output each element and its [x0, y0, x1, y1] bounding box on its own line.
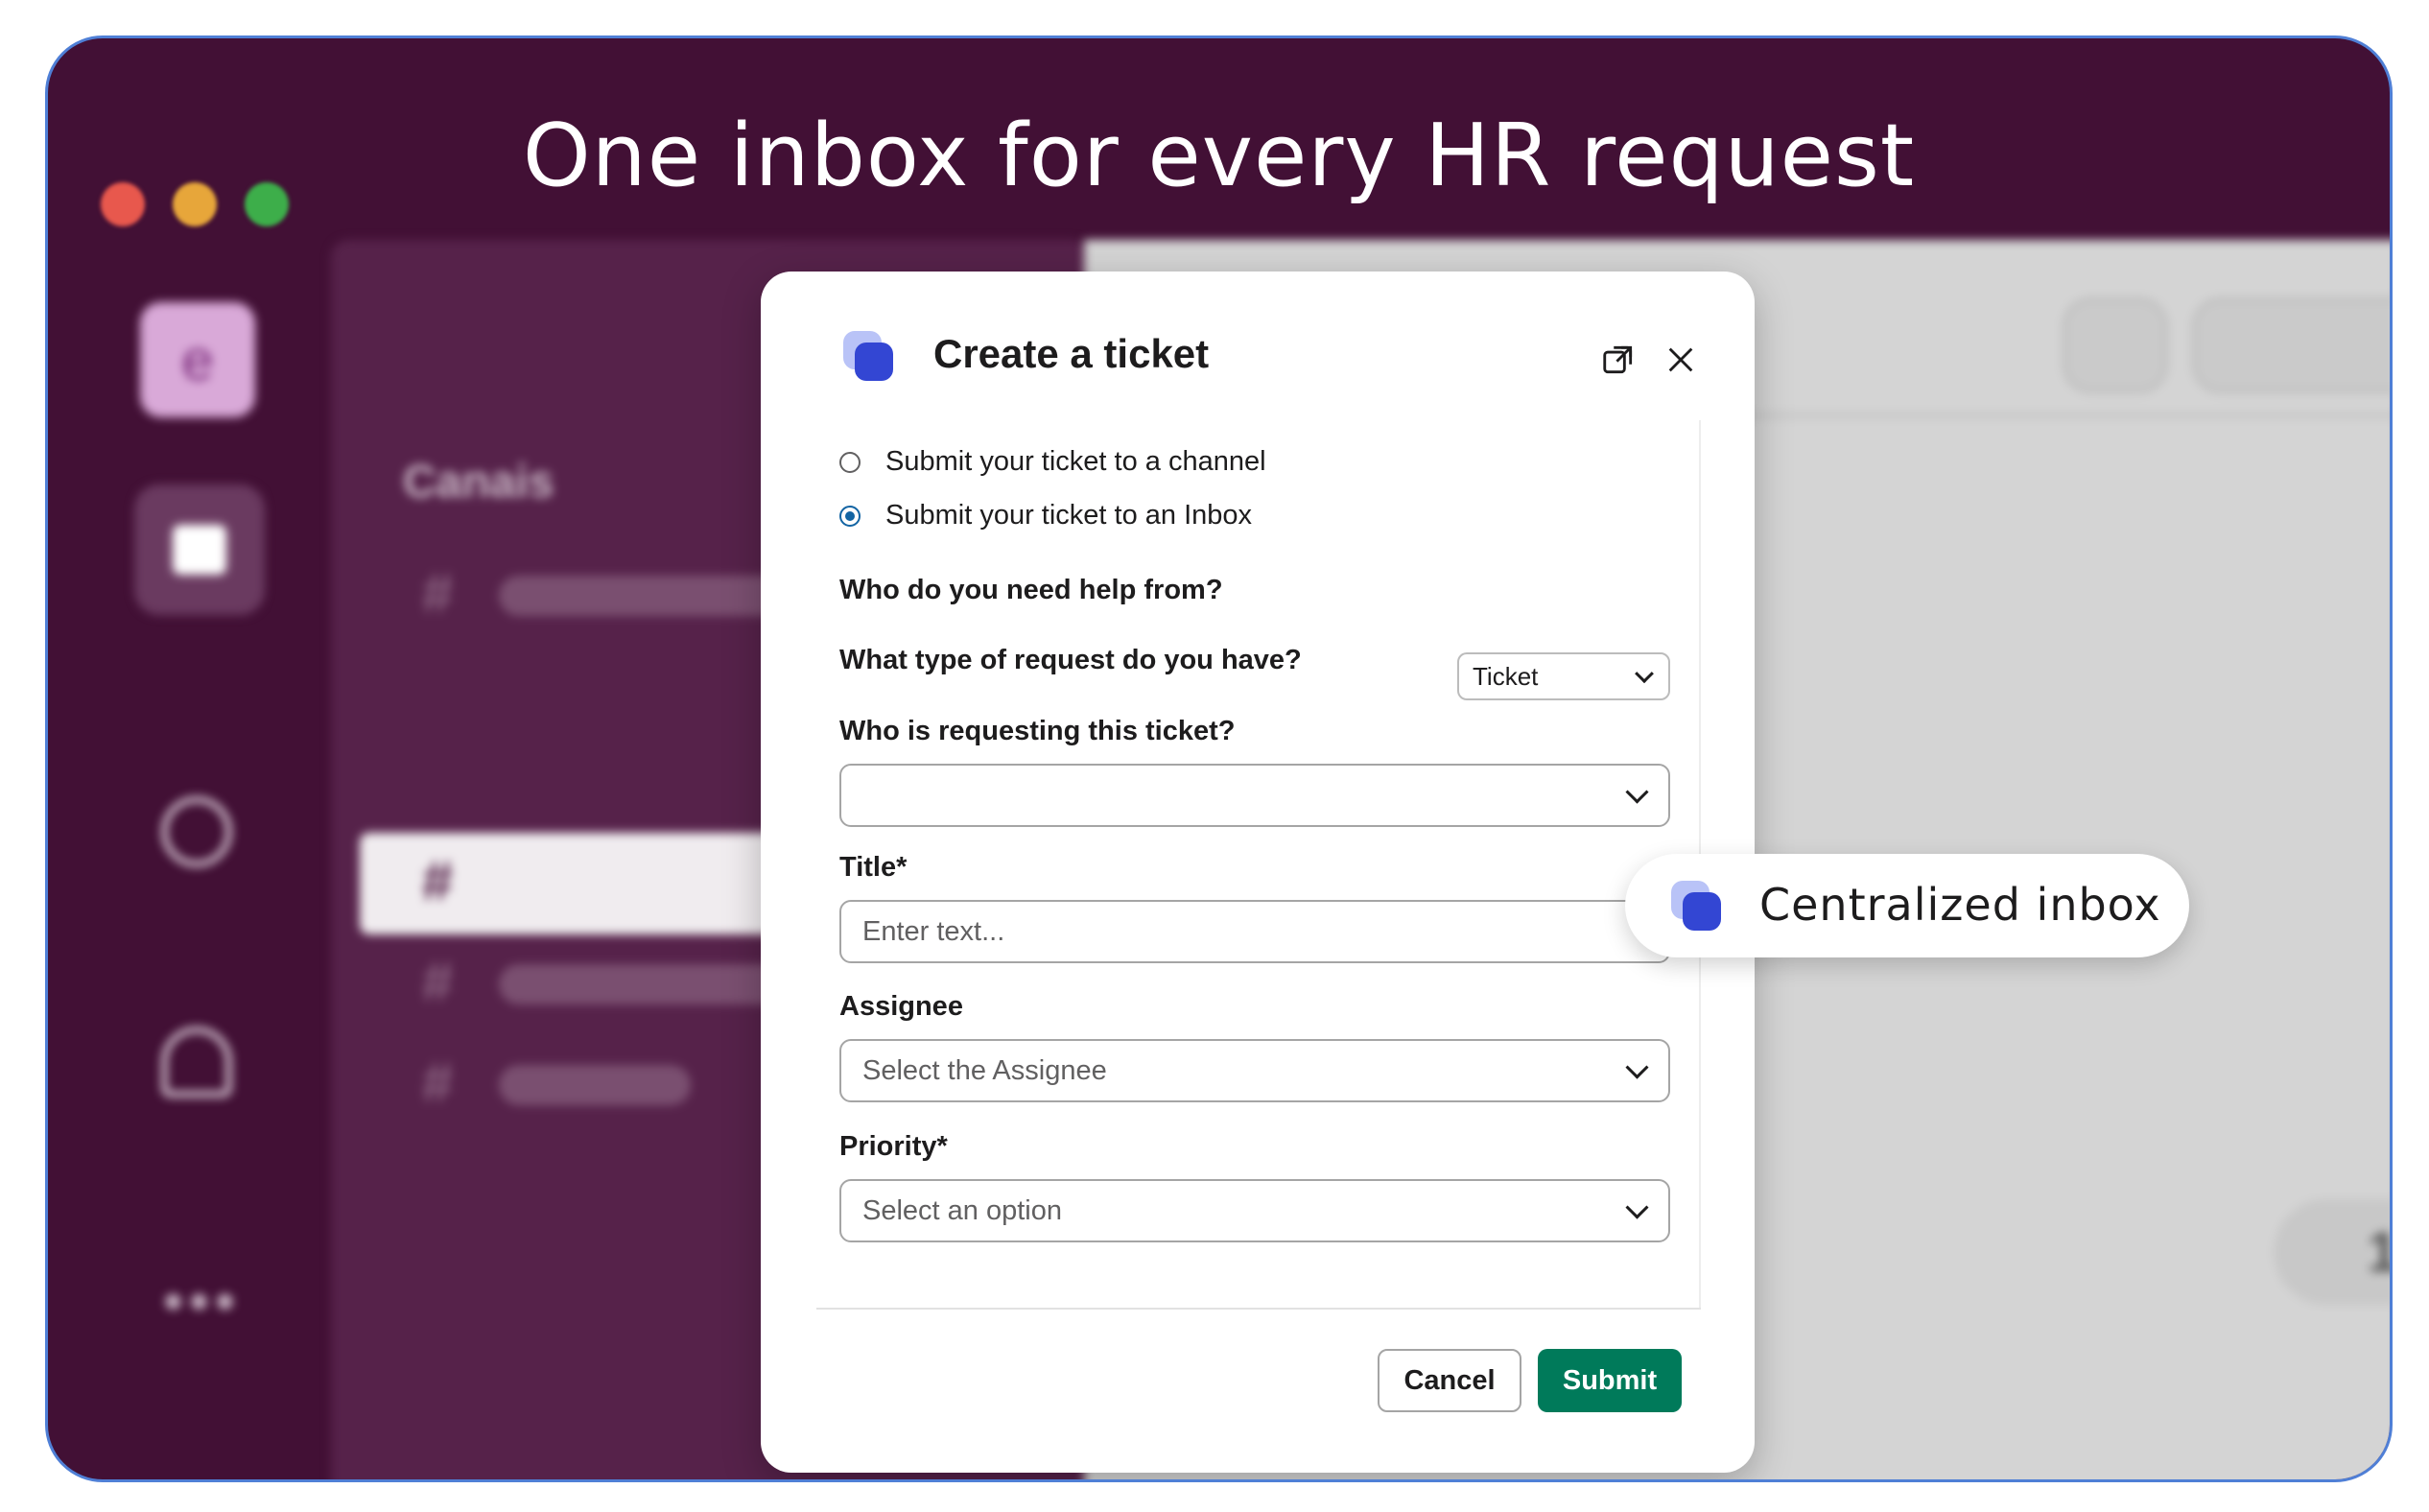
open-in-new-window-icon[interactable] [1597, 339, 1639, 381]
reaction-badge[interactable]: 1 [2274, 1199, 2390, 1305]
window-close-dot[interactable] [101, 182, 145, 226]
reaction-count: 1 [2368, 1220, 2390, 1285]
priority-label: Priority* [839, 1131, 948, 1162]
channel-hash-icon: # [422, 951, 454, 1013]
radio-label: Submit your ticket to a channel [885, 446, 1266, 477]
app-brand-icon [1671, 881, 1725, 934]
centralized-inbox-callout: Centralized inbox [1625, 854, 2189, 957]
assignee-placeholder: Select the Assignee [862, 1054, 1107, 1086]
dms-icon[interactable] [161, 796, 232, 867]
app-brand-icon [843, 331, 897, 385]
assignee-label: Assignee [839, 991, 963, 1022]
title-input[interactable]: Enter text... [839, 900, 1670, 963]
create-ticket-modal: Create a ticket Submit your ticket to a … [761, 272, 1755, 1473]
title-label: Title* [839, 852, 908, 883]
chevron-down-icon [1625, 780, 1649, 804]
channel-hash-icon: # [422, 850, 454, 912]
radio-option-inbox[interactable]: Submit your ticket to an Inbox [839, 500, 1252, 532]
workspace-logo-letter: e [181, 327, 214, 392]
more-icon[interactable]: ••• [163, 1268, 241, 1335]
radio-button[interactable] [839, 451, 861, 473]
chevron-down-icon [1625, 1195, 1649, 1219]
home-button[interactable] [134, 484, 265, 615]
bell-icon[interactable] [161, 1027, 232, 1098]
radio-option-channel[interactable]: Submit your ticket to a channel [839, 446, 1266, 478]
headline: One inbox for every HR request [522, 106, 1916, 206]
channel-hash-icon: # [422, 562, 454, 625]
profile-button[interactable] [2063, 297, 2168, 393]
help-question: Who do you need help from? [839, 575, 1223, 605]
callout-text: Centralized inbox [1759, 879, 2161, 931]
channel-item[interactable] [499, 1065, 691, 1105]
footer-divider [816, 1308, 1701, 1310]
channels-title: Canais [403, 457, 554, 508]
modal-title: Create a ticket [933, 331, 1210, 376]
priority-select[interactable]: Select an option [839, 1179, 1670, 1242]
title-placeholder: Enter text... [862, 915, 1005, 947]
window-minimize-dot[interactable] [173, 182, 217, 226]
chevron-down-icon [1635, 664, 1654, 684]
cancel-button[interactable]: Cancel [1378, 1349, 1521, 1412]
request-type-select[interactable]: Ticket [1457, 652, 1670, 700]
requester-question: Who is requesting this ticket? [839, 716, 1236, 746]
assignee-select[interactable]: Select the Assignee [839, 1039, 1670, 1102]
submit-button[interactable]: Submit [1538, 1349, 1682, 1412]
home-icon [173, 525, 226, 575]
window-maximize-dot[interactable] [245, 182, 289, 226]
radio-button-selected[interactable] [839, 505, 861, 527]
request-type-question: What type of request do you have? [839, 645, 1302, 675]
workspace-logo[interactable]: e [140, 302, 255, 417]
chevron-down-icon [1625, 1055, 1649, 1079]
request-type-value: Ticket [1473, 661, 1539, 691]
app-frame: One inbox for every HR request e ••• Can… [45, 35, 2393, 1482]
radio-label: Submit your ticket to an Inbox [885, 500, 1253, 531]
close-icon[interactable] [1660, 339, 1702, 381]
requester-select[interactable] [839, 764, 1670, 827]
priority-placeholder: Select an option [862, 1194, 1062, 1226]
channel-hash-icon: # [422, 1051, 454, 1114]
huddle-button[interactable] [2192, 297, 2390, 393]
